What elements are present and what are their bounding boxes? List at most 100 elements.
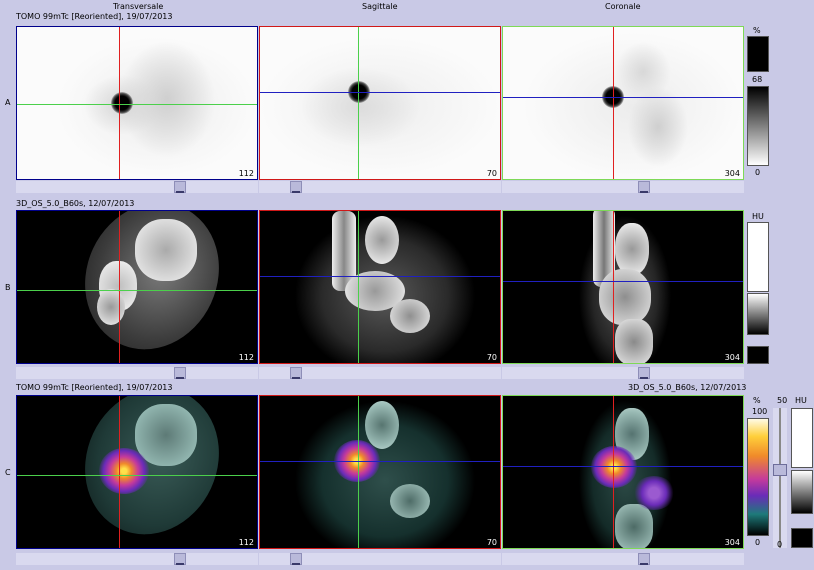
- calcaneus-bone: [615, 319, 653, 363]
- slice-slider-b-coronal[interactable]: [502, 367, 744, 379]
- row-c-header-left: TOMO 99mTc [Reoriented], 19/07/2013: [16, 383, 173, 392]
- crosshair-vertical[interactable]: [613, 211, 614, 363]
- colorbar-b-top: [747, 222, 769, 292]
- bone-structure: [97, 289, 125, 325]
- slice-number: 70: [486, 538, 497, 547]
- bone-structure: [390, 484, 430, 518]
- slice-number: 304: [724, 169, 740, 178]
- colorbar-b-bottom: [747, 346, 769, 364]
- fusion-slider-track: [779, 408, 781, 548]
- column-title-sagittal: Sagittale: [362, 2, 398, 11]
- slice-number: 70: [486, 353, 497, 362]
- slider-thumb[interactable]: [290, 367, 302, 379]
- slice-number: 112: [238, 169, 254, 178]
- panel-b-transverse[interactable]: 112: [16, 210, 258, 364]
- slice-slider-b-sagittal[interactable]: [259, 367, 501, 379]
- bone-structure: [365, 216, 399, 264]
- calcaneus-bone: [615, 504, 653, 548]
- crosshair-horizontal[interactable]: [17, 104, 257, 105]
- colorbar-a-gradient[interactable]: [747, 86, 769, 166]
- slice-slider-a-coronal[interactable]: [502, 181, 744, 193]
- row-c-header-right: 3D_OS_5.0_B60s, 12/07/2013: [628, 383, 747, 392]
- crosshair-horizontal[interactable]: [17, 290, 257, 291]
- colorbar-a-top: [747, 36, 769, 72]
- panel-c-transverse[interactable]: 112: [16, 395, 258, 549]
- panel-a-coronal[interactable]: 304: [502, 26, 744, 180]
- colorbar-a-level: 68: [752, 75, 763, 84]
- panel-b-coronal[interactable]: 304: [502, 210, 744, 364]
- slice-slider-c-transverse[interactable]: [16, 553, 258, 565]
- column-title-transverse: Transversale: [113, 2, 164, 11]
- bone-structure: [365, 401, 399, 449]
- bone-structure: [390, 299, 430, 333]
- slice-number: 112: [238, 538, 254, 547]
- crosshair-horizontal[interactable]: [260, 461, 500, 462]
- crosshair-vertical[interactable]: [613, 396, 614, 548]
- panel-c-coronal[interactable]: 304: [502, 395, 744, 549]
- column-title-coronal: Coronale: [605, 2, 641, 11]
- row-a-letter: A: [5, 98, 11, 107]
- panel-a-transverse[interactable]: 112: [16, 26, 258, 180]
- uptake-hotspot: [99, 448, 149, 494]
- uptake-hotspot: [633, 476, 675, 510]
- bone-structure: [135, 219, 197, 281]
- colorbar-c-min: 0: [755, 538, 761, 547]
- fusion-ratio-value: 50: [777, 396, 788, 405]
- fusion-slider-thumb[interactable]: [773, 464, 787, 476]
- colorbar-c-ct-gradient[interactable]: [791, 470, 813, 514]
- talus-bone: [599, 269, 651, 325]
- hot-spot: [111, 92, 133, 114]
- crosshair-vertical[interactable]: [358, 396, 359, 548]
- colorbar-c-max: 100: [752, 407, 768, 416]
- slider-thumb[interactable]: [638, 181, 650, 193]
- colorbar-c-ct-top: [791, 408, 813, 468]
- row-a-header: TOMO 99mTc [Reoriented], 19/07/2013: [16, 12, 173, 21]
- colorbar-c-fusion-gradient[interactable]: [747, 418, 769, 536]
- colorbar-b-unit: HU: [752, 212, 764, 221]
- fusion-slider[interactable]: [773, 408, 787, 548]
- colorbar-c-unit-hu: HU: [795, 396, 807, 405]
- crosshair-horizontal[interactable]: [503, 466, 743, 467]
- panel-a-sagittal[interactable]: 70: [259, 26, 501, 180]
- row-c-letter: C: [5, 468, 11, 477]
- colorbar-a-min: 0: [755, 168, 761, 177]
- slice-number: 112: [238, 353, 254, 362]
- crosshair-vertical[interactable]: [119, 27, 120, 179]
- slider-thumb[interactable]: [174, 181, 186, 193]
- slice-number: 70: [486, 169, 497, 178]
- bone-structure: [615, 223, 649, 275]
- slice-slider-a-sagittal[interactable]: [259, 181, 501, 193]
- slider-thumb[interactable]: [638, 367, 650, 379]
- crosshair-horizontal[interactable]: [260, 276, 500, 277]
- slice-slider-c-sagittal[interactable]: [259, 553, 501, 565]
- uptake-hotspot: [591, 446, 637, 488]
- crosshair-vertical[interactable]: [613, 27, 614, 179]
- crosshair-vertical[interactable]: [358, 27, 359, 179]
- colorbar-c-ct-bottom: [791, 528, 813, 548]
- crosshair-vertical[interactable]: [119, 396, 120, 548]
- slider-thumb[interactable]: [174, 367, 186, 379]
- slider-thumb[interactable]: [638, 553, 650, 565]
- panel-b-sagittal[interactable]: 70: [259, 210, 501, 364]
- crosshair-horizontal[interactable]: [503, 97, 743, 98]
- slice-slider-c-coronal[interactable]: [502, 553, 744, 565]
- row-b-letter: B: [5, 283, 11, 292]
- slice-number: 304: [724, 353, 740, 362]
- colorbar-c-unit-pct: %: [753, 396, 761, 405]
- crosshair-horizontal[interactable]: [503, 281, 743, 282]
- crosshair-vertical[interactable]: [358, 211, 359, 363]
- crosshair-horizontal[interactable]: [17, 475, 257, 476]
- slider-thumb[interactable]: [290, 553, 302, 565]
- slice-slider-a-transverse[interactable]: [16, 181, 258, 193]
- slice-number: 304: [724, 538, 740, 547]
- slider-thumb[interactable]: [290, 181, 302, 193]
- crosshair-vertical[interactable]: [119, 211, 120, 363]
- colorbar-a-unit: %: [753, 26, 761, 35]
- slider-thumb[interactable]: [174, 553, 186, 565]
- panel-c-sagittal[interactable]: 70: [259, 395, 501, 549]
- row-b-header: 3D_OS_5.0_B60s, 12/07/2013: [16, 199, 135, 208]
- crosshair-horizontal[interactable]: [260, 92, 500, 93]
- fusion-ratio-min: 0: [777, 540, 783, 549]
- colorbar-b-gradient[interactable]: [747, 293, 769, 335]
- slice-slider-b-transverse[interactable]: [16, 367, 258, 379]
